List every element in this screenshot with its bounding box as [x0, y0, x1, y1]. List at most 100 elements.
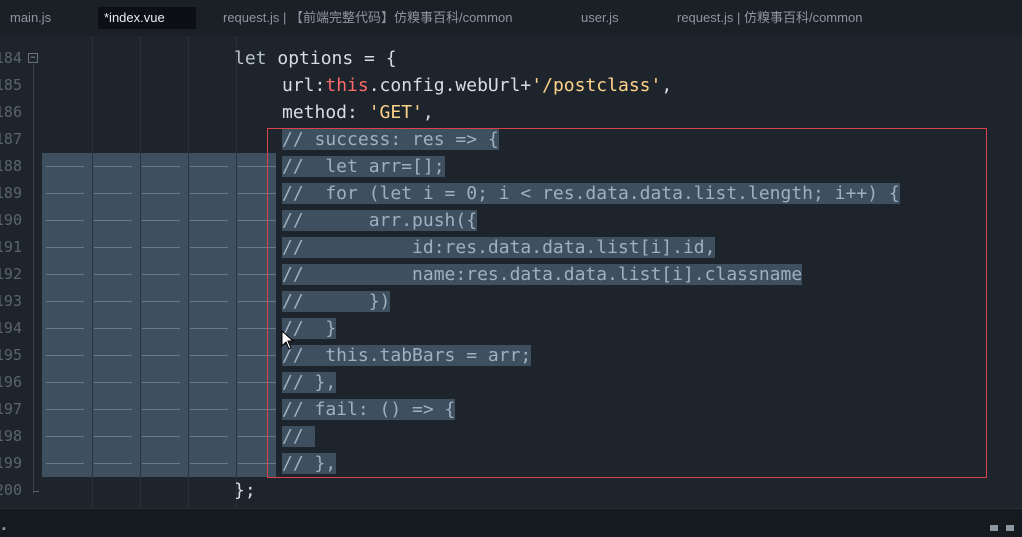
indent-separator	[140, 342, 141, 369]
tab-marker	[142, 382, 180, 383]
indent-selection-block	[42, 261, 276, 288]
code-line-184: let options = {	[234, 48, 397, 69]
indent-separator	[236, 396, 237, 423]
indent-selection-block	[42, 396, 276, 423]
line-number: 200	[0, 481, 22, 499]
tab-request-js-full[interactable]: request.js | 【前端完整代码】仿糗事百科/common	[217, 7, 518, 29]
status-bar: ▪	[0, 508, 1022, 537]
tab-marker	[190, 409, 228, 410]
tab-marker	[238, 274, 276, 275]
code-line-197: // fail: () => {	[282, 399, 456, 420]
tab-marker	[190, 463, 228, 464]
tab-marker	[190, 436, 228, 437]
indent-separator	[236, 180, 237, 207]
tab-marker	[94, 274, 132, 275]
line-number: 185	[0, 76, 22, 94]
tab-main-js[interactable]: main.js	[4, 7, 57, 29]
tab-marker	[46, 382, 84, 383]
tab-marker	[190, 166, 228, 167]
code-editor[interactable]: − 184 185 186 187 188 189 190 191 192 193 194 195 19…	[0, 36, 1022, 508]
indent-selection-block	[42, 153, 276, 180]
indent-separator	[92, 396, 93, 423]
code-line-188: // let arr=[];	[282, 156, 445, 177]
indent-separator	[236, 423, 237, 450]
line-number: 198	[0, 427, 22, 445]
tab-marker	[238, 301, 276, 302]
code-line-195: // this.tabBars = arr;	[282, 345, 532, 366]
tab-marker	[46, 328, 84, 329]
tab-marker	[46, 436, 84, 437]
line-number: 186	[0, 103, 22, 121]
indent-separator	[188, 288, 189, 315]
indent-separator	[188, 450, 189, 477]
indent-separator	[92, 288, 93, 315]
tab-marker	[94, 166, 132, 167]
tab-marker	[46, 166, 84, 167]
tab-marker	[46, 193, 84, 194]
code-line-186: method: 'GET',	[282, 102, 434, 123]
tab-marker	[142, 436, 180, 437]
line-number: 194	[0, 319, 22, 337]
tab-marker	[190, 274, 228, 275]
line-number: 192	[0, 265, 22, 283]
indent-selection-block	[42, 342, 276, 369]
indent-separator	[236, 450, 237, 477]
tab-request-js-common[interactable]: request.js | 仿糗事百科/common	[671, 7, 868, 29]
tab-marker	[142, 193, 180, 194]
tab-marker	[190, 355, 228, 356]
status-indicator-icon: ▪	[2, 523, 6, 535]
code-line-196: // },	[282, 372, 337, 393]
indent-separator	[92, 234, 93, 261]
mouse-cursor-icon	[281, 330, 295, 350]
indent-selection-block	[42, 180, 276, 207]
tab-marker	[238, 328, 276, 329]
line-number: 193	[0, 292, 22, 310]
tab-marker	[238, 193, 276, 194]
indent-separator	[92, 315, 93, 342]
tab-marker	[46, 220, 84, 221]
tab-marker	[238, 382, 276, 383]
indent-separator	[188, 261, 189, 288]
indent-separator	[140, 261, 141, 288]
indent-separator	[92, 369, 93, 396]
indent-separator	[188, 423, 189, 450]
tab-index-vue[interactable]: *index.vue	[98, 7, 196, 29]
line-number: 199	[0, 454, 22, 472]
line-number: 184	[0, 49, 22, 67]
tab-marker	[94, 382, 132, 383]
indent-separator	[140, 315, 141, 342]
code-line-189: // for (let i = 0; i < res.data.data.lis…	[282, 183, 900, 204]
tab-marker	[142, 355, 180, 356]
indent-separator	[92, 207, 93, 234]
code-line-191: // id:res.data.data.list[i].id,	[282, 237, 716, 258]
tab-marker	[46, 355, 84, 356]
indent-separator	[140, 180, 141, 207]
indent-separator	[188, 180, 189, 207]
indent-separator	[140, 369, 141, 396]
tab-user-js[interactable]: user.js	[575, 7, 625, 29]
tab-marker	[142, 301, 180, 302]
indent-separator	[236, 342, 237, 369]
indent-separator	[92, 180, 93, 207]
indent-separator	[236, 207, 237, 234]
tab-marker	[142, 409, 180, 410]
indent-separator	[236, 315, 237, 342]
indent-separator	[92, 153, 93, 180]
line-number: 189	[0, 184, 22, 202]
indent-selection-block	[42, 369, 276, 396]
tab-marker	[238, 409, 276, 410]
indent-separator	[92, 450, 93, 477]
tab-marker	[94, 301, 132, 302]
tab-marker	[94, 436, 132, 437]
tab-marker	[46, 463, 84, 464]
notification-icon[interactable]	[988, 523, 1018, 533]
indent-selection-block	[42, 234, 276, 261]
tab-marker	[142, 274, 180, 275]
tab-marker	[94, 463, 132, 464]
tab-marker	[190, 382, 228, 383]
fold-toggle-icon[interactable]: −	[28, 53, 38, 63]
indent-separator	[140, 450, 141, 477]
indent-separator	[236, 234, 237, 261]
status-icons	[988, 523, 1018, 536]
tab-marker	[190, 220, 228, 221]
